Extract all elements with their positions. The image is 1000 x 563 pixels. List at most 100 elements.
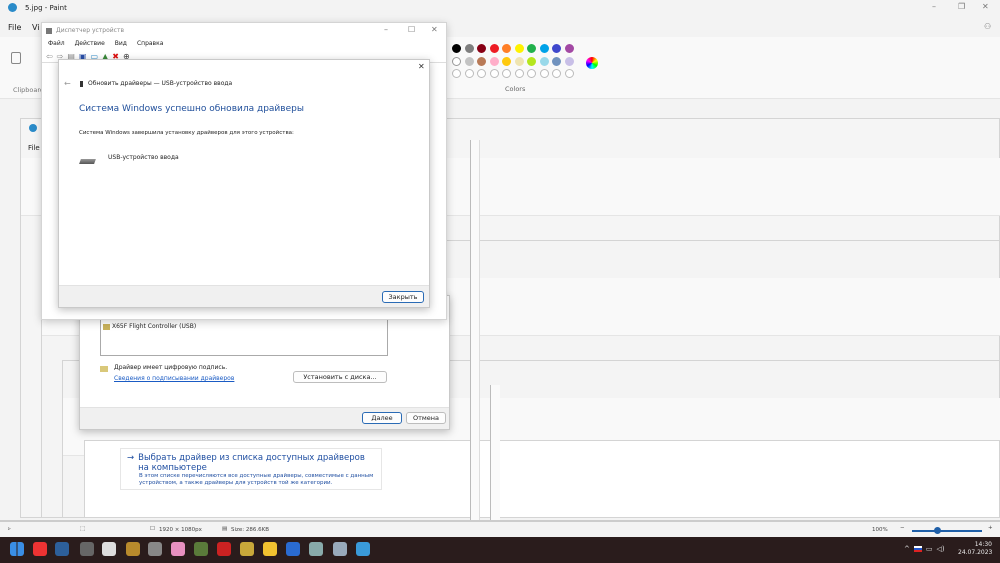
color-swatch[interactable]	[502, 44, 511, 53]
dm-menu-help[interactable]: Справка	[137, 40, 163, 47]
color-swatch[interactable]	[514, 69, 524, 78]
chevron-up-icon[interactable]: ^	[904, 545, 910, 553]
zoom-slider[interactable]	[912, 530, 982, 532]
settings-icon[interactable]	[309, 542, 323, 556]
yandex-browser-icon[interactable]	[33, 542, 47, 556]
dm-menubar: Файл Действие Вид Справка	[48, 40, 163, 47]
signing-info-link[interactable]: Сведения о подписывании драйверов	[114, 375, 234, 382]
dialog-close-button[interactable]: ✕	[418, 62, 425, 71]
dm-minimize-button[interactable]: –	[384, 25, 388, 34]
status-bar: ▹ ⬚ ☐ 1920 × 1080px ▤ Size: 286.6KB 100%…	[0, 520, 1000, 537]
color-swatch[interactable]	[514, 56, 524, 66]
file-explorer-icon[interactable]	[263, 542, 277, 556]
usb-device-icon	[80, 81, 83, 87]
nested-canvas-edge	[490, 385, 500, 520]
color-swatch[interactable]	[564, 56, 574, 66]
nested-paint-icon	[29, 124, 37, 132]
clipboard-label: Clipboard	[13, 86, 45, 94]
dialog-footer: Закрыть	[59, 285, 429, 307]
browse-driver-option[interactable]: → Выбрать драйвер из списка доступных др…	[120, 448, 382, 490]
zoom-out-button[interactable]: −	[900, 525, 905, 531]
color-swatch[interactable]	[564, 69, 574, 78]
dm-menu-view[interactable]: Вид	[115, 40, 127, 47]
color-swatch[interactable]	[514, 44, 524, 53]
close-button[interactable]: ✕	[982, 2, 989, 11]
share-icon[interactable]: ⚇	[984, 22, 991, 31]
dm-maximize-button[interactable]: ☐	[408, 25, 415, 34]
menu-view[interactable]: Vi	[32, 23, 40, 32]
color-swatch[interactable]	[564, 44, 574, 53]
app-icon[interactable]	[240, 542, 254, 556]
install-from-disk-button[interactable]: Установить с диска...	[293, 371, 387, 383]
menu-file[interactable]: File	[8, 23, 21, 32]
app-icon[interactable]	[148, 542, 162, 556]
color-swatch[interactable]	[552, 56, 561, 66]
app-icon[interactable]	[80, 542, 94, 556]
start-icon[interactable]	[10, 542, 24, 556]
color-swatch[interactable]	[477, 44, 486, 53]
dm-menu-file[interactable]: Файл	[48, 40, 65, 47]
usb-input-device-icon	[79, 159, 96, 164]
color-swatch[interactable]	[552, 69, 561, 78]
dm-close-button[interactable]: ✕	[431, 25, 438, 34]
paint-taskbar-icon[interactable]	[356, 542, 370, 556]
cancel-button[interactable]: Отмена	[406, 412, 446, 424]
color-swatch[interactable]	[502, 56, 511, 66]
steam-icon[interactable]	[55, 542, 69, 556]
color-swatch[interactable]	[452, 69, 461, 78]
app-icon[interactable]	[286, 542, 300, 556]
color-swatch[interactable]	[527, 44, 536, 53]
color-swatch[interactable]	[477, 56, 486, 66]
paste-icon[interactable]	[11, 52, 21, 64]
back-icon[interactable]: ⇦	[46, 52, 53, 61]
minimize-button[interactable]: –	[932, 2, 936, 11]
color-swatch[interactable]	[539, 44, 549, 53]
clock-time: 14:30	[974, 541, 992, 548]
color-swatch[interactable]	[452, 56, 461, 66]
dm-menu-action[interactable]: Действие	[75, 40, 105, 47]
clock[interactable]: 14:30 24.07.2023	[958, 541, 992, 557]
arrow-right-icon: →	[127, 453, 135, 463]
color-swatch[interactable]	[464, 56, 474, 66]
color-swatch[interactable]	[477, 69, 486, 78]
color-swatch[interactable]	[539, 69, 549, 78]
edit-colors-icon[interactable]	[586, 57, 598, 69]
app-icon[interactable]	[126, 542, 140, 556]
color-swatch[interactable]	[452, 44, 461, 53]
color-swatch[interactable]	[464, 44, 474, 53]
network-icon[interactable]: ▭	[926, 545, 933, 553]
nested-menu-file: File	[28, 144, 40, 152]
back-arrow-icon[interactable]: ←	[64, 79, 71, 88]
tray-icons[interactable]: ^ ▭ ◁)	[904, 545, 945, 553]
language-flag-icon[interactable]	[913, 546, 922, 552]
completion-message: Система Windows завершила установку драй…	[79, 130, 294, 136]
color-swatch[interactable]	[527, 69, 536, 78]
paint-taskbar-icon[interactable]	[333, 542, 347, 556]
zoom-in-button[interactable]: +	[988, 525, 993, 531]
color-swatch[interactable]	[489, 44, 499, 53]
restore-button[interactable]: ❐	[958, 2, 965, 11]
close-dialog-button[interactable]: Закрыть	[382, 291, 424, 303]
clock-date: 24.07.2023	[958, 549, 993, 556]
minecraft-icon[interactable]	[194, 542, 208, 556]
color-swatch[interactable]	[489, 69, 499, 78]
canvas-dimensions: 1920 × 1080px	[159, 527, 202, 533]
volume-icon[interactable]: ◁)	[937, 545, 945, 553]
color-swatch[interactable]	[552, 44, 561, 53]
device-manager-title: Диспетчер устройств	[56, 27, 125, 34]
color-swatch[interactable]	[502, 69, 511, 78]
color-swatch[interactable]	[489, 56, 499, 66]
colors-label: Colors	[505, 85, 526, 93]
browse-option-title: Выбрать драйвер из списка доступных драй…	[138, 453, 365, 473]
canvas-size-icon: ☐	[150, 526, 155, 532]
app-icon[interactable]	[171, 542, 185, 556]
next-button[interactable]: Далее	[362, 412, 402, 424]
dialog-footer: Далее Отмена	[80, 407, 449, 429]
paint-app-icon	[8, 3, 17, 12]
color-swatch[interactable]	[464, 69, 474, 78]
app-icon[interactable]	[102, 542, 116, 556]
app-icon[interactable]	[217, 542, 231, 556]
color-swatch[interactable]	[527, 56, 536, 66]
zoom-slider-thumb[interactable]	[934, 527, 941, 534]
color-swatch[interactable]	[539, 56, 549, 66]
